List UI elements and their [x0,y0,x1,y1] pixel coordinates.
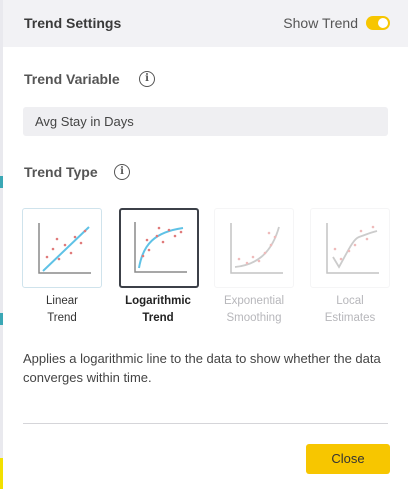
trend-type-label-linear: Linear Trend [46,295,78,324]
trend-variable-select[interactable]: Avg Stay in Days [23,107,388,136]
trend-type-label-exponential: Exponential Smoothing [223,295,285,324]
panel-title: Trend Settings [24,15,122,31]
divider [23,423,388,424]
panel-header: Trend Settings Show Trend [3,0,408,47]
trend-type-logarithmic[interactable] [119,208,199,288]
trend-type-linear[interactable] [22,208,102,288]
trend-variable-label: Trend Variable [24,71,120,87]
trend-settings-panel: Trend Settings Show Trend Trend Variable… [3,0,408,489]
local-estimates-icon [326,223,379,274]
trend-type-label-logarithmic: Logarithmic Trend [125,295,191,324]
linear-trend-icon [38,223,91,274]
trend-description: Applies a logarithmic line to the data t… [23,351,381,385]
info-icon[interactable]: i [139,71,155,87]
show-trend-label: Show Trend [283,15,358,31]
trend-type-exponential [214,208,294,288]
info-icon[interactable]: i [114,164,130,180]
trend-type-local-estimates [310,208,390,288]
toggle-knob [378,18,388,28]
trend-variable-value: Avg Stay in Days [35,114,134,129]
close-button[interactable]: Close [306,444,390,474]
exponential-smoothing-icon [230,223,283,274]
trend-type-label: Trend Type [24,164,98,180]
trend-type-label-local-estimates: Local Estimates [324,295,376,324]
logarithmic-trend-icon [134,222,187,273]
show-trend-toggle[interactable] [366,16,390,30]
